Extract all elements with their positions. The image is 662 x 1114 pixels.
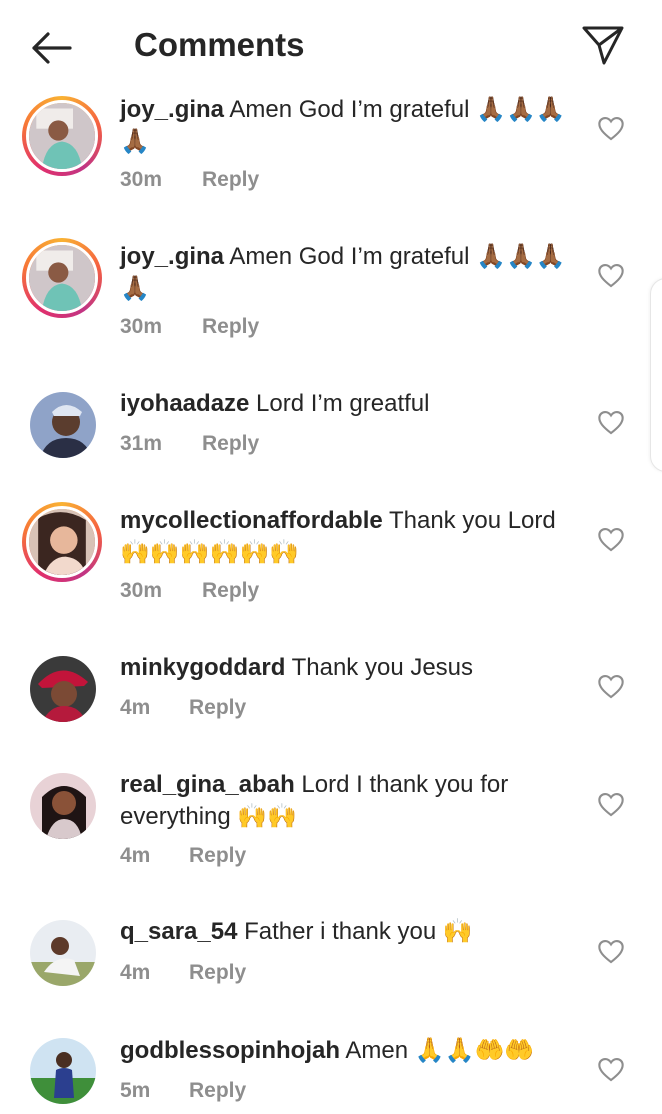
- avatar-story-ring[interactable]: [22, 96, 102, 176]
- comment-username[interactable]: joy_.gina: [120, 96, 224, 123]
- reply-button[interactable]: Reply: [202, 168, 259, 191]
- heart-icon[interactable]: [597, 1056, 625, 1082]
- comment-timestamp: 4m: [120, 961, 151, 984]
- comment-text: mycollectionaffordable Thank you Lord 🙌🙌…: [120, 505, 575, 569]
- avatar-wrapper[interactable]: [30, 656, 96, 722]
- comment-emoji: 🙌: [436, 918, 473, 945]
- heart-icon[interactable]: [597, 115, 625, 141]
- comment-message: Amen God I’m grateful: [224, 96, 470, 123]
- comment-username[interactable]: iyohaadaze: [120, 390, 249, 417]
- avatar: [26, 100, 98, 172]
- comment-username[interactable]: joy_.gina: [120, 243, 224, 270]
- comment-meta: 5m Reply: [120, 1079, 246, 1103]
- heart-icon[interactable]: [597, 262, 625, 288]
- comment-emoji: 🙌🙌: [230, 803, 298, 830]
- reply-button[interactable]: Reply: [202, 579, 259, 602]
- heart-icon[interactable]: [597, 791, 625, 817]
- heart-icon[interactable]: [597, 938, 625, 964]
- reply-button[interactable]: Reply: [189, 696, 246, 719]
- comment-text: q_sara_54 Father i thank you 🙌: [120, 916, 575, 948]
- comment-timestamp: 30m: [120, 315, 163, 338]
- comment-meta: 4m Reply: [120, 696, 246, 720]
- comment-meta: 30m Reply: [120, 579, 259, 603]
- comment-timestamp: 4m: [120, 696, 151, 719]
- reply-button[interactable]: Reply: [202, 432, 259, 455]
- comment-message: Amen God I’m grateful: [224, 243, 470, 270]
- comment-timestamp: 5m: [120, 1079, 151, 1102]
- heart-icon[interactable]: [597, 409, 625, 435]
- comment-username[interactable]: mycollectionaffordable: [120, 507, 383, 534]
- comment-text: iyohaadaze Lord I’m greatful: [120, 388, 575, 420]
- comments-list[interactable]: joy_.gina Amen God I’m grateful 🙏🏾🙏🏾🙏🏾🙏🏾…: [0, 0, 662, 1114]
- avatar: [26, 242, 98, 314]
- comment-meta: 4m Reply: [120, 961, 246, 985]
- comment-message: Amen: [340, 1037, 409, 1064]
- comment-username[interactable]: minkygoddard: [120, 654, 285, 681]
- comment-text: godblessopinhojah Amen 🙏🙏🤲🤲: [120, 1035, 575, 1067]
- comment-emoji: 🙏🙏🤲🤲: [408, 1037, 535, 1064]
- avatar-story-ring[interactable]: [22, 502, 102, 582]
- comment-timestamp: 30m: [120, 579, 163, 602]
- comment-timestamp: 30m: [120, 168, 163, 191]
- comment-message: Father i thank you: [237, 918, 437, 945]
- comment-text: joy_.gina Amen God I’m grateful 🙏🏾🙏🏾🙏🏾🙏🏾: [120, 241, 575, 305]
- comment-meta: 4m Reply: [120, 844, 246, 868]
- reply-button[interactable]: Reply: [189, 961, 246, 984]
- heart-icon[interactable]: [597, 526, 625, 552]
- side-drawer-handle[interactable]: [650, 278, 662, 472]
- reply-button[interactable]: Reply: [189, 844, 246, 867]
- comment-timestamp: 4m: [120, 844, 151, 867]
- comment-message: Lord I’m greatful: [249, 390, 430, 417]
- avatar-wrapper[interactable]: [30, 392, 96, 458]
- avatar: [30, 920, 96, 986]
- reply-button[interactable]: Reply: [202, 315, 259, 338]
- header: Comments: [0, 0, 662, 92]
- avatar: [30, 1038, 96, 1104]
- comment-username[interactable]: real_gina_abah: [120, 771, 295, 798]
- comment-text: minkygoddard Thank you Jesus: [120, 652, 575, 684]
- comment-message: Thank you Jesus: [285, 654, 474, 681]
- reply-button[interactable]: Reply: [189, 1079, 246, 1102]
- avatar: [30, 656, 96, 722]
- heart-icon[interactable]: [597, 673, 625, 699]
- avatar-wrapper[interactable]: [30, 773, 96, 839]
- comment-timestamp: 31m: [120, 432, 163, 455]
- comment-meta: 31m Reply: [120, 432, 259, 456]
- avatar: [30, 392, 96, 458]
- page-title: Comments: [134, 26, 305, 63]
- comment-meta: 30m Reply: [120, 168, 259, 192]
- comment-message: Thank you Lord: [382, 507, 556, 534]
- comment-meta: 30m Reply: [120, 315, 259, 339]
- avatar: [26, 506, 98, 578]
- paper-plane-icon[interactable]: [580, 24, 626, 66]
- avatar-wrapper[interactable]: [30, 1038, 96, 1104]
- comment-username[interactable]: godblessopinhojah: [120, 1037, 340, 1064]
- arrow-left-icon[interactable]: [26, 28, 76, 68]
- comment-text: joy_.gina Amen God I’m grateful 🙏🏾🙏🏾🙏🏾🙏🏾: [120, 94, 575, 158]
- avatar: [30, 773, 96, 839]
- avatar-story-ring[interactable]: [22, 238, 102, 318]
- avatar-wrapper[interactable]: [30, 920, 96, 986]
- comment-username[interactable]: q_sara_54: [120, 918, 237, 945]
- comment-emoji: 🙌🙌🙌🙌🙌🙌: [120, 539, 300, 566]
- comment-text: real_gina_abah Lord I thank you for ever…: [120, 769, 575, 833]
